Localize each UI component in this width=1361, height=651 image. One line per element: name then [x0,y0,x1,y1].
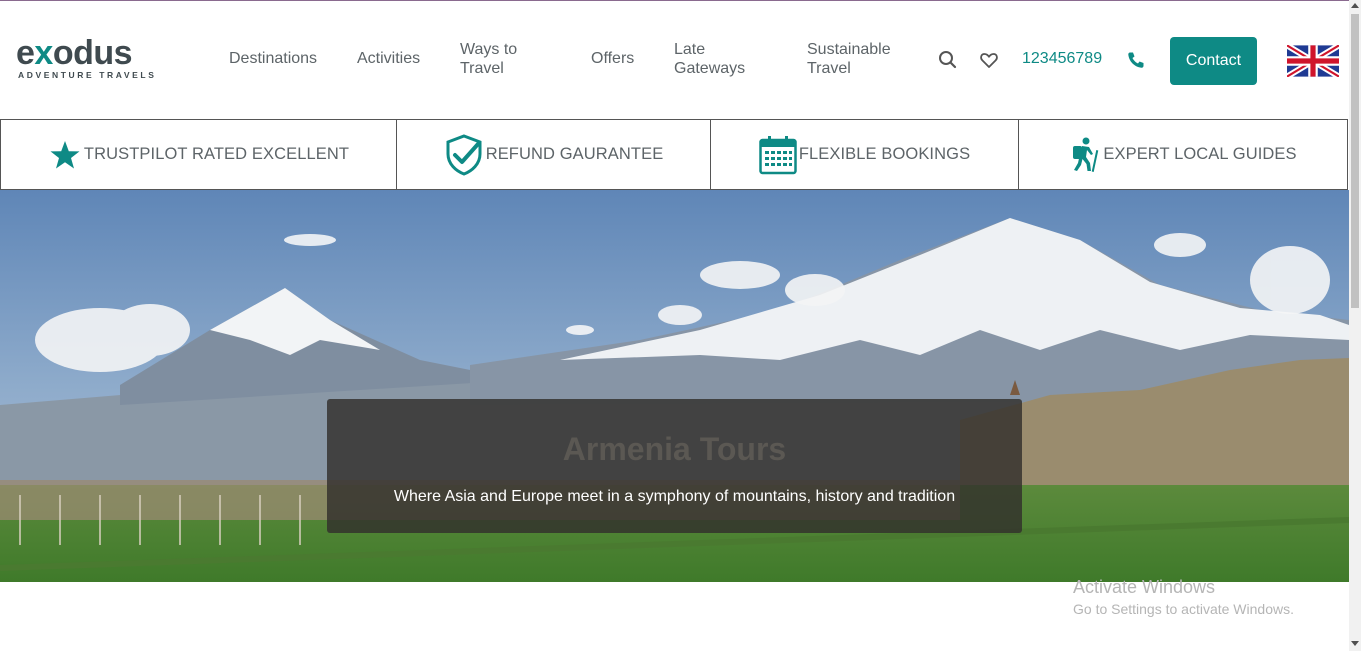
nav-activities[interactable]: Activities [357,49,420,68]
feature-flexible-bookings: FLEXIBLE BOOKINGS [711,120,1019,189]
phone-icon[interactable] [1126,50,1148,72]
hero-subtitle: Where Asia and Europe meet in a symphony… [393,488,956,505]
nav-destinations[interactable]: Destinations [229,49,317,68]
feature-refund: REFUND GAURANTEE [397,120,711,189]
activate-windows-subtitle: Go to Settings to activate Windows. [1073,601,1294,617]
feature-trustpilot: TRUSTPILOT RATED EXCELLENT [0,120,397,189]
features-bar: TRUSTPILOT RATED EXCELLENT REFUND GAURAN… [0,119,1348,190]
feature-local-guides: EXPERT LOCAL GUIDES [1019,120,1348,189]
feature-label: REFUND GAURANTEE [485,145,664,163]
hero-title: Armenia Tours [562,431,787,467]
nav-late-gateways[interactable]: Late Gateways [674,40,754,78]
vertical-scrollbar[interactable] [1349,0,1361,651]
hero-banner: Armenia Tours Where Asia and Europe meet… [0,190,1349,582]
hiker-icon [1073,137,1099,172]
contact-button[interactable]: Contact [1170,37,1257,85]
brand-logo[interactable]: exodus ADVENTURE TRAVELS [16,35,161,85]
search-icon[interactable] [937,49,959,71]
scroll-up-arrow-icon[interactable] [1351,3,1359,8]
nav-ways-to-travel[interactable]: Ways to Travel [460,40,540,78]
logo-wordmark: exodus [16,34,133,72]
scroll-down-arrow-icon[interactable] [1351,641,1359,646]
nav-offers[interactable]: Offers [591,49,634,68]
calendar-icon [759,135,797,174]
uk-flag-icon[interactable] [1285,42,1341,80]
feature-label: TRUSTPILOT RATED EXCELLENT [83,145,350,163]
feature-label: EXPERT LOCAL GUIDES [1103,145,1297,163]
nav-sustainable-travel[interactable]: Sustainable Travel [807,40,902,78]
activate-windows-title: Activate Windows [1073,577,1216,597]
feature-label: FLEXIBLE BOOKINGS [798,145,971,163]
hero-caption-box: Armenia Tours Where Asia and Europe meet… [327,399,1022,533]
site-header: exodus ADVENTURE TRAVELS Destinations Ac… [0,1,1349,119]
phone-number[interactable]: 123456789 [1022,50,1102,68]
heart-icon[interactable] [978,49,1000,71]
star-icon [50,140,80,168]
scrollbar-thumb[interactable] [1351,14,1359,308]
logo-tagline: ADVENTURE TRAVELS [18,70,157,80]
shield-check-icon [446,133,482,176]
